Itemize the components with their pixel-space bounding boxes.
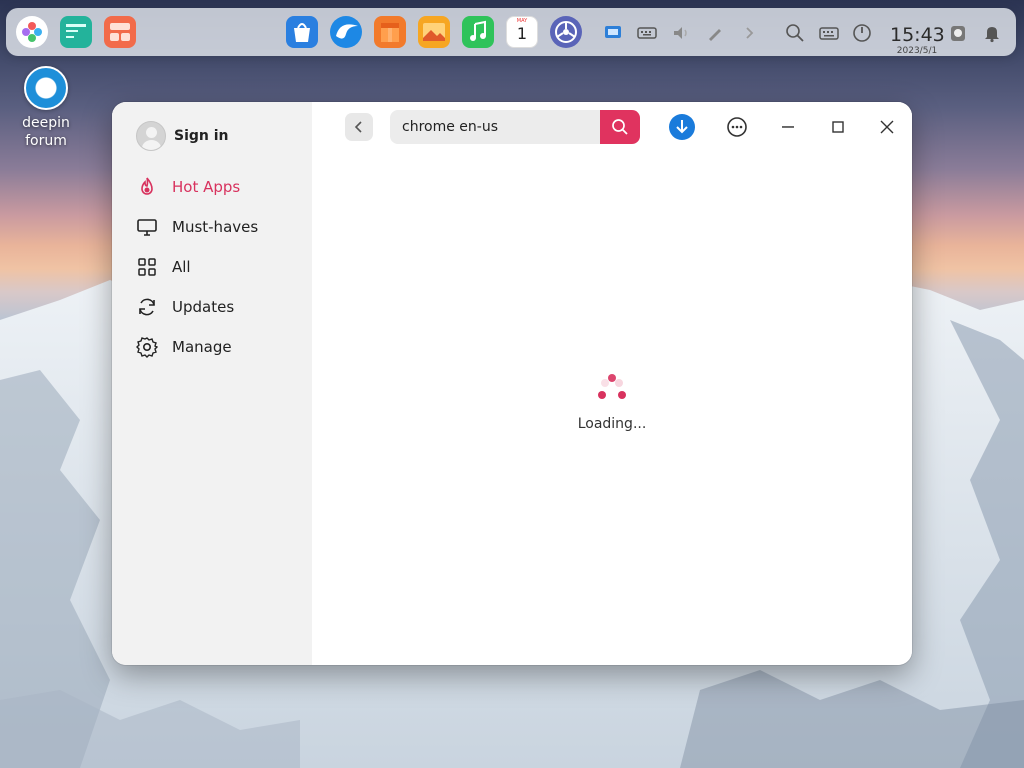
- volume-icon[interactable]: [671, 23, 691, 43]
- sidebar-item-hot-apps[interactable]: Hot Apps: [136, 173, 240, 201]
- terminal-icon[interactable]: [60, 16, 92, 48]
- sidebar-item-must-haves[interactable]: Must-haves: [136, 213, 258, 241]
- sidebar-item-label: Must-haves: [172, 218, 259, 236]
- image-viewer-icon[interactable]: [418, 16, 450, 48]
- clock-time[interactable]: 15:43: [890, 25, 945, 45]
- keyboard-icon[interactable]: [637, 23, 657, 43]
- search-button[interactable]: [600, 110, 640, 144]
- sidebar: Sign in Hot Apps Must-haves All Updates …: [112, 102, 312, 665]
- search-input[interactable]: [390, 110, 600, 144]
- sidebar-item-updates[interactable]: Updates: [136, 293, 234, 321]
- grid-icon: [138, 258, 156, 276]
- sidebar-item-label: Hot Apps: [172, 178, 241, 196]
- flame-icon: [141, 177, 153, 195]
- maximize-icon: [832, 121, 844, 133]
- close-icon: [880, 120, 894, 134]
- sign-in-label: Sign in: [174, 128, 229, 144]
- chevron-right-icon[interactable]: [739, 23, 759, 43]
- main-content: Loading...: [312, 102, 912, 665]
- avatar: [136, 121, 166, 151]
- close-button[interactable]: [874, 114, 900, 140]
- refresh-icon: [139, 298, 155, 316]
- maximize-button[interactable]: [825, 114, 851, 140]
- sidebar-item-manage[interactable]: Manage: [136, 333, 232, 361]
- sidebar-item-label: All: [172, 258, 191, 276]
- desktop-icon-label: deepin forum: [22, 115, 70, 149]
- sidebar-item-all[interactable]: All: [136, 253, 191, 281]
- desktop-icon-deepin-forum[interactable]: deepin forum: [14, 64, 78, 150]
- search-box: [390, 110, 640, 144]
- search-icon: [612, 119, 628, 135]
- more-menu-button[interactable]: [724, 114, 750, 140]
- search-icon[interactable]: [785, 23, 805, 43]
- package-icon[interactable]: [374, 16, 406, 48]
- calendar-day: 1: [516, 24, 528, 43]
- download-button[interactable]: [669, 114, 695, 140]
- back-button[interactable]: [345, 113, 373, 141]
- minimize-button[interactable]: [775, 114, 801, 140]
- sign-in-button[interactable]: Sign in: [136, 120, 229, 152]
- calendar-icon[interactable]: MAY 1: [506, 16, 538, 48]
- browser-icon[interactable]: [330, 16, 362, 48]
- more-icon: [727, 117, 747, 137]
- sidebar-item-label: Updates: [172, 298, 235, 316]
- top-dock: MAY 1 15:43 2023/5/1: [6, 8, 1016, 56]
- loading-indicator: Loading...: [312, 372, 912, 432]
- power-icon[interactable]: [852, 23, 872, 43]
- multitasking-icon[interactable]: [104, 16, 136, 48]
- chevron-left-icon: [354, 121, 362, 133]
- loading-text: Loading...: [577, 416, 647, 432]
- music-icon[interactable]: [462, 16, 494, 48]
- monitor-icon: [137, 219, 157, 236]
- download-icon: [669, 114, 695, 140]
- onscreen-keyboard-icon[interactable]: [819, 23, 839, 43]
- app-store-window: Sign in Hot Apps Must-haves All Updates …: [112, 102, 912, 665]
- clock-date: 2023/5/1: [896, 46, 938, 56]
- settings-icon[interactable]: [550, 16, 582, 48]
- pen-icon[interactable]: [705, 23, 725, 43]
- loading-spinner-icon: [594, 372, 630, 408]
- launcher-icon[interactable]: [16, 16, 48, 48]
- deepin-logo-icon: [24, 66, 68, 110]
- screenshot-icon[interactable]: [603, 23, 623, 43]
- minimize-icon: [782, 126, 794, 128]
- app-store-icon[interactable]: [286, 16, 318, 48]
- trash-icon[interactable]: [948, 23, 968, 43]
- gear-icon: [136, 337, 158, 358]
- notification-bell-icon[interactable]: [982, 23, 1002, 43]
- sidebar-item-label: Manage: [172, 338, 232, 356]
